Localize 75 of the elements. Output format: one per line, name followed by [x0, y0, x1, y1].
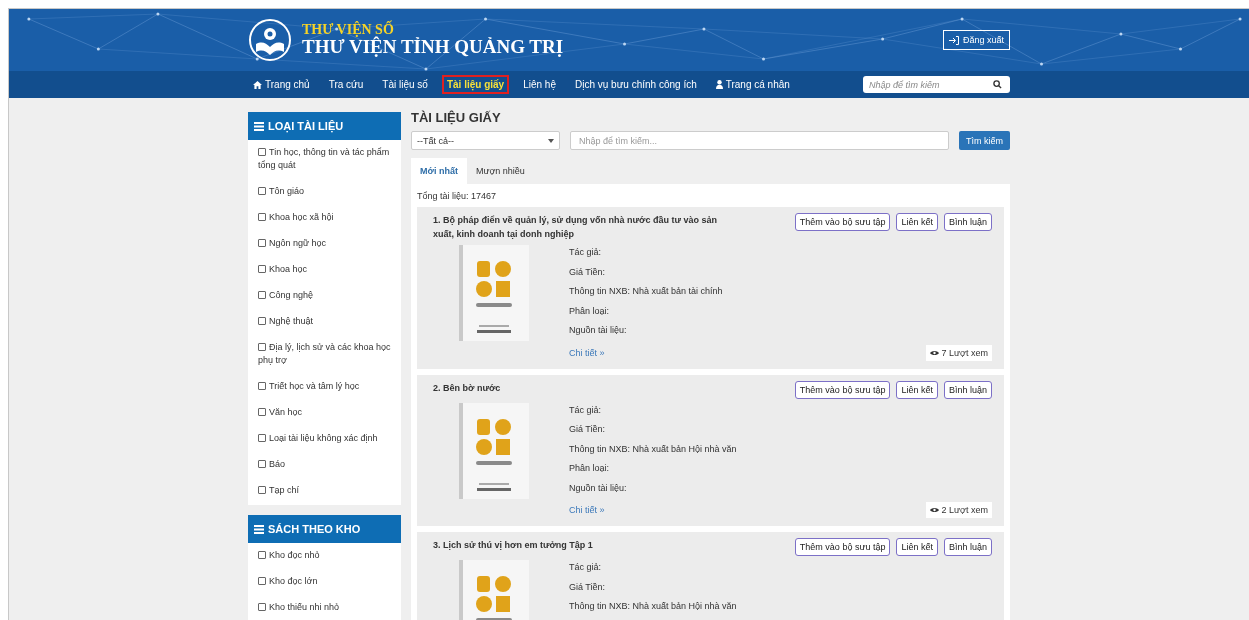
- list-icon: [254, 524, 264, 534]
- book-field: Nguồn tài liệu:: [569, 325, 992, 336]
- category-checkbox[interactable]: Triết học và tâm lý học: [258, 380, 391, 393]
- nav-link[interactable]: Liên hệ: [518, 75, 561, 94]
- detail-link[interactable]: Chi tiết »: [569, 505, 605, 515]
- view-count: 2 Lượt xem: [925, 502, 992, 518]
- nav-link[interactable]: Trang cá nhân: [710, 75, 795, 94]
- nav-link[interactable]: Tra cứu: [323, 75, 369, 94]
- action-button[interactable]: Thêm vào bộ sưu tập: [794, 380, 891, 399]
- category-checkbox[interactable]: Địa lý, lịch sử và các khoa học phụ trợ: [258, 341, 391, 367]
- category-heading: LOẠI TÀI LIỆU: [248, 112, 401, 140]
- action-button[interactable]: Bình luận: [943, 538, 992, 556]
- site-subtitle: THƯ VIỆN SỐ: [302, 22, 394, 37]
- category-checkbox[interactable]: Nghệ thuật: [258, 315, 391, 328]
- search-field[interactable]: Nhập để tìm kiếm: [863, 76, 1010, 93]
- book-field: Nguồn tài liệu:: [569, 482, 992, 494]
- book-field: Thông tin NXB: Nhà xuất bản tài chính: [569, 286, 992, 297]
- total-count: Tổng tài liệu: 17467: [417, 191, 498, 201]
- category-checkbox[interactable]: Văn học: [258, 406, 391, 419]
- action-button[interactable]: Bình luận: [943, 380, 992, 399]
- book-field: Phân loại:: [569, 305, 992, 317]
- action-button[interactable]: Liên kết: [896, 213, 938, 231]
- eye-icon: [929, 507, 939, 513]
- book-title: 1. Bộ pháp điển về quản lý, sử dụng vốn nhà nước đầu tư vào sản xuất, kinh doanh tại donh nghiệp: [433, 214, 718, 241]
- category-checkbox[interactable]: Khoa học xã hội: [258, 211, 391, 224]
- search-button[interactable]: Tìm kiếm: [959, 131, 1010, 150]
- category-checkbox[interactable]: Báo: [258, 458, 391, 471]
- action-button[interactable]: Liên kết: [896, 538, 938, 556]
- action-button[interactable]: Thêm vào bộ sưu tập: [794, 538, 891, 556]
- book-field: Giá Tiền:: [569, 581, 992, 593]
- book-title: 3. Lịch sử thú vị hơn em tưởng Tập 1: [433, 539, 594, 552]
- book-field: Giá Tiền:: [569, 266, 992, 278]
- home-icon: [253, 80, 262, 89]
- user-icon: [715, 80, 723, 89]
- action-button[interactable]: Thêm vào bộ sưu tập: [794, 213, 891, 231]
- tab[interactable]: Mượn nhiều: [466, 158, 534, 184]
- category-checkbox[interactable]: Kho đọc nhỏ: [258, 549, 391, 562]
- category-checkbox[interactable]: Loại tài liệu không xác định: [258, 432, 391, 445]
- tab[interactable]: Mới nhất: [411, 158, 467, 184]
- search-field[interactable]: Nhập để tìm kiếm...: [570, 131, 949, 150]
- category-checkbox[interactable]: Ngôn ngữ học: [258, 237, 391, 250]
- view-count: 7 Lượt xem: [925, 344, 992, 361]
- category-checkbox[interactable]: Kho đọc lớn: [258, 575, 391, 588]
- detail-link[interactable]: Chi tiết »: [569, 347, 605, 358]
- logo-icon: [248, 18, 292, 62]
- caret-icon: [548, 138, 554, 143]
- book-field: Tác giả:: [569, 404, 992, 416]
- book-field: Tác giả:: [569, 247, 992, 258]
- search-icon: [993, 80, 1002, 89]
- category-heading: SÁCH THEO KHO: [248, 515, 401, 543]
- category-select[interactable]: --Tất cả--: [411, 131, 560, 150]
- category-checkbox[interactable]: Tôn giáo: [258, 185, 391, 198]
- site-title: THƯ VIỆN TỈNH QUẢNG TRỊ: [302, 37, 564, 58]
- category-checkbox[interactable]: Tin học, thông tin và tác phẩm tổng quát: [258, 146, 391, 172]
- action-button[interactable]: Liên kết: [896, 380, 938, 399]
- category-checkbox[interactable]: Tạp chí: [258, 484, 391, 497]
- eye-icon: [929, 349, 939, 356]
- logout-button[interactable]: Đăng xuất: [942, 30, 1010, 50]
- book-field: Giá Tiền:: [569, 424, 992, 435]
- logout-icon: [948, 35, 959, 45]
- nav-link[interactable]: Trang chủ: [248, 75, 315, 94]
- category-checkbox[interactable]: Công nghệ: [258, 289, 391, 302]
- book-field: Phân loại:: [569, 463, 992, 474]
- book-field: Thông tin NXB: Nhà xuất bản Hội nhà văn: [569, 443, 992, 455]
- category-checkbox[interactable]: Kho thiếu nhi nhỏ: [258, 601, 391, 614]
- category-checkbox[interactable]: Khoa học: [258, 263, 391, 276]
- book-title: 2. Bên bờ nước: [433, 381, 502, 395]
- list-icon: [254, 121, 264, 131]
- book-field: Thông tin NXB: Nhà xuất bản Hội nhà văn: [569, 601, 992, 612]
- nav-link[interactable]: Dịch vụ bưu chính công ích: [569, 75, 702, 94]
- nav-link[interactable]: Tài liệu giấy: [441, 75, 510, 94]
- page-title: TÀI LIỆU GIẤY: [411, 110, 502, 125]
- action-button[interactable]: Bình luận: [943, 213, 992, 231]
- book-field: Tác giả:: [569, 562, 992, 573]
- nav-link[interactable]: Tài liệu số: [377, 75, 433, 94]
